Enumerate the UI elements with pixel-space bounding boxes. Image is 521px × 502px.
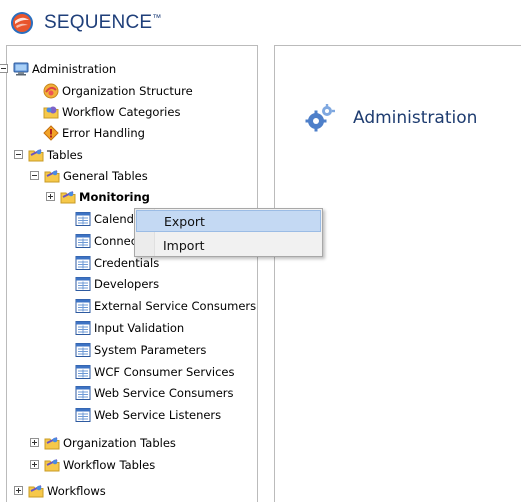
expand-icon[interactable] (30, 438, 39, 447)
tree-node-workflow-categories[interactable]: Workflow Categories (43, 102, 180, 122)
gears-icon (305, 103, 335, 131)
tree-node-label: Input Validation (94, 321, 185, 335)
tree-node-label: Web Service Consumers (94, 386, 234, 401)
tree-node-workflow-tables[interactable]: Workflow Tables (30, 455, 156, 475)
expand-icon[interactable] (46, 192, 55, 201)
tree-node-label: External Service Consumers (94, 299, 257, 314)
tree-node-label: Credentials (94, 255, 160, 270)
context-menu: Export Import (134, 208, 323, 257)
general-tables-folder-icon (44, 168, 60, 184)
tables-folder-icon (28, 147, 44, 163)
table-icon (75, 255, 91, 271)
workflow-tables-folder-icon (44, 457, 60, 473)
tree-node-tables[interactable]: Tables (14, 145, 83, 165)
tree-node-organization-tables[interactable]: Organization Tables (30, 433, 176, 453)
table-icon (75, 385, 91, 401)
monitoring-folder-icon (60, 189, 76, 205)
tree-node-label: Administration (32, 62, 117, 76)
expand-icon[interactable] (14, 486, 23, 495)
computer-icon (13, 61, 29, 77)
workflow-categories-icon (43, 104, 59, 120)
table-icon (75, 407, 91, 423)
tree-node-label: Web Service Listeners (94, 408, 222, 423)
table-icon (75, 342, 91, 358)
table-icon (75, 320, 91, 336)
organization-tables-folder-icon (44, 435, 60, 451)
tree-node-system-parameters[interactable]: System Parameters (75, 340, 206, 360)
tree-node-label: System Parameters (94, 342, 207, 357)
app-title: SEQUENCE™ (44, 12, 162, 33)
app-logo: SEQUENCE™ (10, 5, 161, 41)
workflows-folder-icon (28, 483, 44, 499)
tree-node-label: Error Handling (62, 126, 145, 140)
tree-node-label: Workflows (47, 484, 106, 498)
tree-node-label: Tables (47, 148, 83, 162)
tree-node-label: Workflow Categories (62, 105, 181, 119)
tree-node-error-handling[interactable]: Error Handling (43, 123, 145, 143)
tree-node-label: Organization Structure (62, 84, 193, 98)
table-icon (75, 211, 91, 227)
tree-node-general-tables[interactable]: General Tables (30, 166, 148, 186)
error-handling-icon (43, 125, 59, 141)
collapse-icon[interactable] (30, 171, 39, 180)
tree-node-monitoring[interactable]: Monitoring (46, 187, 150, 207)
table-icon (75, 276, 91, 292)
collapse-icon[interactable] (0, 64, 8, 73)
tree-node-workflows[interactable]: Workflows (14, 481, 106, 501)
table-icon (75, 233, 91, 249)
tree-node-input-validation[interactable]: Input Validation (75, 318, 184, 338)
expand-icon[interactable] (30, 460, 39, 469)
tree-node-label: Workflow Tables (63, 458, 156, 472)
tree-node-label: Monitoring (79, 190, 150, 204)
content-header: Administration (305, 95, 477, 140)
organization-structure-icon (43, 83, 59, 99)
tree-node-external-service-consumers[interactable]: External Service Consumers (75, 296, 256, 316)
tree-node-organization-structure[interactable]: Organization Structure (43, 81, 193, 101)
tree-node-label: General Tables (63, 169, 148, 183)
context-menu-import[interactable]: Import (136, 234, 321, 256)
tree-node-administration[interactable]: Administration (0, 59, 117, 79)
tree-node-web-service-consumers[interactable]: Web Service Consumers (75, 383, 234, 403)
tree-node-web-service-listeners[interactable]: Web Service Listeners (75, 405, 221, 425)
tree-node-label: Organization Tables (63, 436, 176, 450)
sequence-logo-icon (11, 12, 33, 34)
tree-node-label: Developers (94, 277, 160, 292)
tree-node-developers[interactable]: Developers (75, 274, 159, 294)
table-icon (75, 364, 91, 380)
collapse-icon[interactable] (14, 150, 23, 159)
table-icon (75, 298, 91, 314)
context-menu-export[interactable]: Export (136, 210, 321, 232)
content-title: Administration (353, 107, 478, 128)
tree-node-label: WCF Consumer Services (94, 364, 235, 379)
tree-node-wcf-consumer-services[interactable]: WCF Consumer Services (75, 362, 234, 382)
